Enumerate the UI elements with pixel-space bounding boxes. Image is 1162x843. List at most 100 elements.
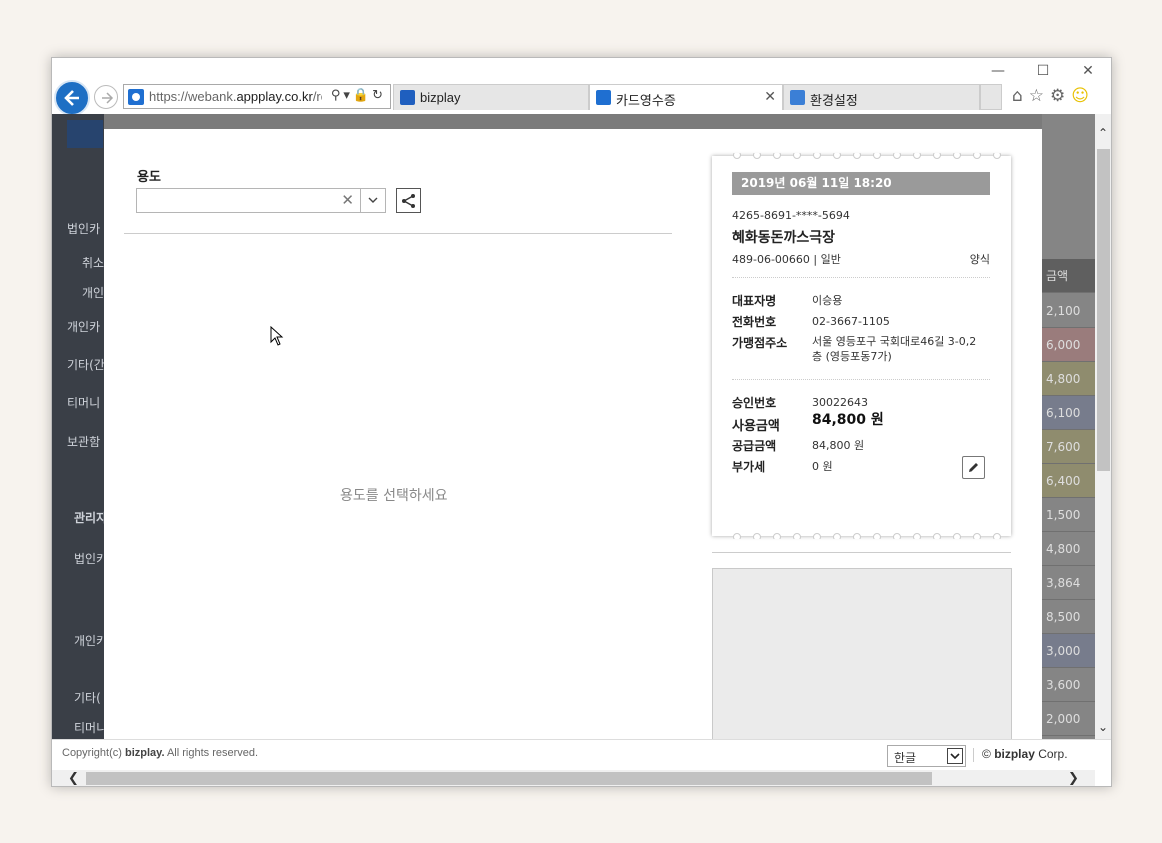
share-button[interactable] <box>396 188 421 213</box>
table-cell: 6,100 <box>1042 396 1095 430</box>
table-cell: 8,500 <box>1042 600 1095 634</box>
close-window-button[interactable]: ✕ <box>1073 62 1103 80</box>
site-favicon-icon <box>128 89 144 105</box>
receipt-edge-bottom <box>733 533 1001 539</box>
table-cell: 2,000 <box>1042 702 1095 736</box>
sidebar-item: 법인카 <box>74 552 108 566</box>
forward-arrow-icon <box>102 92 114 104</box>
chevron-down-icon[interactable]: ▾ <box>343 88 353 103</box>
address-value: 서울 영등포구 국회대로46길 3-0,2층 (영등포동7가) <box>812 335 977 363</box>
merchant-category: 양식 <box>969 253 990 266</box>
scrollbar-thumb[interactable] <box>1097 149 1110 471</box>
purpose-label: 용도 <box>137 170 161 185</box>
representative-label: 대표자명 <box>732 294 777 308</box>
divider <box>124 233 672 234</box>
table-cell: 4,800 <box>1042 532 1095 566</box>
receipt-datetime: 2019년 06월 11일 18:20 <box>732 172 990 195</box>
supply-amount-value: 84,800 원 <box>812 439 865 452</box>
tab-label: bizplay <box>420 90 461 105</box>
supply-amount-label: 공급금액 <box>732 439 777 453</box>
browser-action-icons: ⌂☆⚙☺ <box>1012 86 1095 106</box>
corp-text: © bizplay Corp. <box>982 747 1068 761</box>
vertical-scrollbar[interactable]: ⌃ ⌄ <box>1095 114 1111 739</box>
bizplay-logo <box>67 120 103 148</box>
representative-value: 이승용 <box>812 294 843 307</box>
favorites-star-icon[interactable]: ☆ <box>1029 86 1050 106</box>
clear-icon[interactable]: ✕ <box>341 191 354 209</box>
back-button[interactable] <box>54 80 90 116</box>
purpose-dropdown-button[interactable] <box>360 189 385 212</box>
scroll-right-icon[interactable]: ❯ <box>1068 771 1079 786</box>
share-icon <box>402 194 415 208</box>
refresh-icon[interactable]: ↻ <box>372 88 386 103</box>
maximize-button[interactable]: ☐ <box>1028 62 1058 80</box>
approval-number-label: 승인번호 <box>732 396 777 410</box>
table-cell: 6,400 <box>1042 464 1095 498</box>
business-number: 489-06-00660 | 일반 <box>732 253 841 266</box>
pencil-icon <box>969 463 978 472</box>
background-table-column: 금액 2,100 6,000 4,800 6,100 7,600 6,400 1… <box>1042 114 1095 739</box>
approval-number-value: 30022643 <box>812 396 868 409</box>
forward-button[interactable] <box>94 85 118 109</box>
tab-bizplay[interactable]: bizplay <box>393 84 589 110</box>
close-tab-icon[interactable]: ✕ <box>764 88 776 105</box>
divider <box>712 552 1011 553</box>
table-cell: 3,864 <box>1042 566 1095 600</box>
address-bar[interactable]: https://webank.appplay.co.kr/rc ⚲▾🔒↻ <box>123 84 391 109</box>
gear-icon[interactable]: ⚙ <box>1050 86 1071 106</box>
sidebar-item: 기타( <box>74 691 101 705</box>
tab-label: 카드영수증 <box>616 93 676 108</box>
home-icon[interactable]: ⌂ <box>1012 86 1029 106</box>
smiley-feedback-icon[interactable]: ☺ <box>1071 86 1095 106</box>
scroll-down-icon[interactable]: ⌄ <box>1098 720 1108 734</box>
edit-button[interactable] <box>962 456 985 479</box>
table-header-cell: 금액 <box>1042 259 1095 293</box>
language-dropdown-button[interactable] <box>947 748 963 764</box>
purpose-select[interactable]: ✕ <box>136 188 386 213</box>
sidebar-item: 기타(간 <box>67 358 105 372</box>
chevron-down-icon <box>368 197 378 203</box>
empty-state-message: 용도를 선택하세요 <box>340 488 448 504</box>
table-cell: 3,000 <box>1042 634 1095 668</box>
sidebar-item: 관리자 <box>74 511 108 525</box>
table-cell: 4,800 <box>1042 362 1095 396</box>
lock-icon: 🔒 <box>352 88 373 103</box>
sidebar-item: 법인카 <box>67 222 101 236</box>
mouse-cursor-icon <box>270 326 284 346</box>
divider <box>973 748 974 762</box>
tab-settings[interactable]: 환경설정 <box>783 84 980 110</box>
browser-window: — ☐ ✕ https://webank.appplay.co.kr/rc ⚲▾… <box>51 57 1112 787</box>
amount-value: 84,800 원 <box>812 412 884 428</box>
language-select[interactable]: 한글 <box>887 745 966 767</box>
minimize-button[interactable]: — <box>983 62 1013 80</box>
table-cell: 1,500 <box>1042 498 1095 532</box>
merchant-name: 혜화동돈까스극장 <box>732 230 836 246</box>
dotted-divider <box>732 379 990 380</box>
table-cell: 2,100 <box>1042 294 1095 328</box>
phone-value: 02-3667-1105 <box>812 315 890 328</box>
card-number: 4265-8691-****-5694 <box>732 209 850 222</box>
address-bar-icons: ⚲▾🔒↻ <box>331 88 386 103</box>
sidebar-item: 개인 <box>82 286 105 300</box>
vat-label: 부가세 <box>732 460 766 474</box>
search-icon[interactable]: ⚲ <box>331 88 344 103</box>
receipt-modal: 용도 ✕ 용도를 선택하세요 2019년 06월 11일 18:20 4265-… <box>104 129 1042 739</box>
card-receipt: 2019년 06월 11일 18:20 4265-8691-****-5694 … <box>712 153 1011 539</box>
scrollbar-thumb[interactable] <box>86 772 932 785</box>
phone-label: 전화번호 <box>732 315 777 329</box>
vat-value: 0 원 <box>812 460 833 473</box>
tab-label: 환경설정 <box>810 93 858 108</box>
sidebar-item: 보관함 <box>67 435 101 449</box>
horizontal-scrollbar[interactable]: ❮ ❯ <box>52 770 1095 786</box>
sidebar-item: 개인카 <box>74 634 108 648</box>
sidebar-item: 취소 <box>82 256 105 270</box>
new-tab-button[interactable] <box>980 84 1002 110</box>
tab-card-receipt[interactable]: 카드영수증 ✕ <box>589 84 783 110</box>
scroll-left-icon[interactable]: ❮ <box>68 771 79 786</box>
table-cell: 3,600 <box>1042 668 1095 702</box>
sidebar-item: 티머니 <box>67 396 101 410</box>
sidebar-item: 개인카 <box>67 320 101 334</box>
site-favicon-icon <box>596 90 611 105</box>
copyright-text: Copyright(c) bizplay. All rights reserve… <box>62 747 259 759</box>
scroll-up-icon[interactable]: ⌃ <box>1098 126 1108 140</box>
